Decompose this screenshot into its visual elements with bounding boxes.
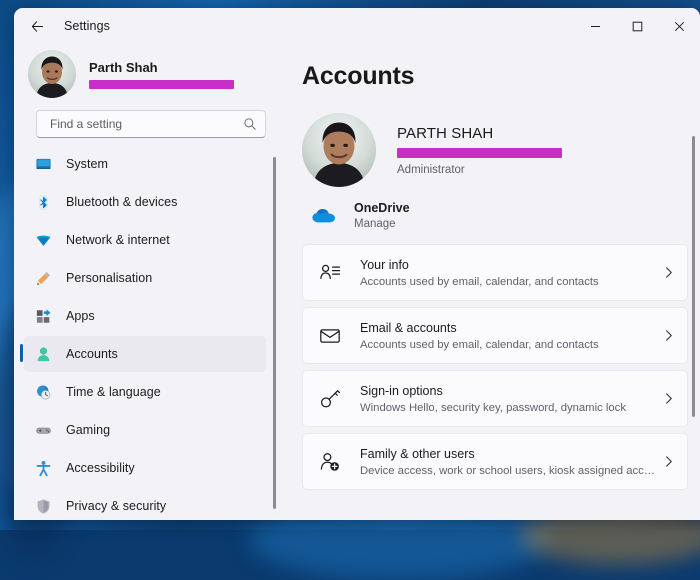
- sidebar-item-accounts[interactable]: Accounts: [24, 336, 266, 372]
- card-text: Your info Accounts used by email, calend…: [360, 258, 659, 288]
- avatar-photo: [302, 113, 376, 187]
- sidebar-item-label: System: [66, 157, 108, 171]
- window-body: Parth Shah: [14, 44, 700, 520]
- scrollbar-thumb[interactable]: [273, 157, 276, 508]
- card-text: Family & other users Device access, work…: [360, 447, 659, 477]
- card-title: Email & accounts: [360, 321, 659, 336]
- card-email-accounts[interactable]: Email & accounts Accounts used by email,…: [302, 307, 688, 364]
- minimize-icon: [590, 21, 601, 32]
- card-your-info[interactable]: Your info Accounts used by email, calend…: [302, 244, 688, 301]
- search-box[interactable]: [36, 110, 266, 138]
- maximize-button[interactable]: [616, 8, 658, 44]
- account-info: PARTH SHAH Administrator: [397, 125, 562, 176]
- envelope-icon: [317, 323, 343, 349]
- onedrive-row[interactable]: OneDrive Manage: [302, 201, 700, 230]
- sidebar-profile[interactable]: Parth Shah: [14, 44, 280, 100]
- sidebar-item-accessibility[interactable]: Accessibility: [24, 450, 266, 486]
- sidebar-profile-name: Parth Shah: [89, 60, 234, 76]
- sidebar-profile-email-redacted: [89, 80, 234, 89]
- app-title: Settings: [64, 19, 110, 33]
- accounts-icon: [34, 345, 52, 363]
- time-language-icon: [34, 383, 52, 401]
- sidebar-item-system[interactable]: System: [24, 146, 266, 182]
- card-subtitle: Accounts used by email, calendar, and co…: [360, 339, 659, 351]
- search-container: [14, 100, 280, 146]
- onedrive-cloud-icon: [310, 202, 338, 230]
- scrollbar-thumb[interactable]: [692, 136, 695, 417]
- sidebar-item-privacy-security[interactable]: Privacy & security: [24, 488, 266, 520]
- gaming-icon: [34, 421, 52, 439]
- card-title: Your info: [360, 258, 659, 273]
- close-icon: [674, 21, 685, 32]
- avatar: [28, 50, 76, 98]
- card-subtitle: Accounts used by email, calendar, and co…: [360, 276, 659, 288]
- minimize-button[interactable]: [574, 8, 616, 44]
- onedrive-title: OneDrive: [354, 201, 410, 216]
- search-icon[interactable]: [243, 117, 257, 131]
- search-input[interactable]: [48, 116, 243, 132]
- main-content: Accounts: [280, 44, 700, 520]
- chevron-right-icon: [659, 392, 677, 405]
- privacy-shield-icon: [34, 497, 52, 515]
- card-subtitle: Windows Hello, security key, password, d…: [360, 402, 659, 414]
- card-subtitle: Device access, work or school users, kio…: [360, 465, 659, 477]
- account-role: Administrator: [397, 164, 562, 176]
- bluetooth-icon: [34, 193, 52, 211]
- card-sign-in-options[interactable]: Sign-in options Windows Hello, security …: [302, 370, 688, 427]
- arrow-left-icon: [30, 19, 45, 34]
- chevron-right-icon: [659, 266, 677, 279]
- main-scrollbar[interactable]: [690, 136, 698, 516]
- account-email-redacted: [397, 148, 562, 158]
- sidebar-scrollbar[interactable]: [270, 150, 280, 516]
- sidebar-nav: System Bluetooth & devices: [14, 146, 280, 520]
- chevron-right-icon: [659, 455, 677, 468]
- sidebar-item-label: Bluetooth & devices: [66, 195, 177, 209]
- sidebar-item-apps[interactable]: Apps: [24, 298, 266, 334]
- sidebar-item-label: Gaming: [66, 423, 110, 437]
- sidebar-item-time-language[interactable]: Time & language: [24, 374, 266, 410]
- sidebar-item-network-internet[interactable]: Network & internet: [24, 222, 266, 258]
- title-bar: Settings: [14, 8, 700, 44]
- key-icon: [317, 386, 343, 412]
- window-controls: [574, 8, 700, 44]
- settings-window: Settings: [14, 8, 700, 520]
- apps-icon: [34, 307, 52, 325]
- chevron-right-icon: [659, 329, 677, 342]
- network-icon: [34, 231, 52, 249]
- account-name: PARTH SHAH: [397, 125, 562, 143]
- account-hero: PARTH SHAH Administrator: [302, 113, 700, 187]
- maximize-icon: [632, 21, 643, 32]
- personalisation-icon: [34, 269, 52, 287]
- sidebar-item-label: Accounts: [66, 347, 118, 361]
- avatar[interactable]: [302, 113, 376, 187]
- sidebar-item-label: Personalisation: [66, 271, 152, 285]
- system-icon: [34, 155, 52, 173]
- sidebar-item-label: Time & language: [66, 385, 161, 399]
- card-family-other-users[interactable]: Family & other users Device access, work…: [302, 433, 688, 490]
- sidebar-item-label: Apps: [66, 309, 95, 323]
- card-title: Family & other users: [360, 447, 659, 462]
- sidebar-profile-text: Parth Shah: [89, 60, 234, 89]
- onedrive-text: OneDrive Manage: [354, 201, 410, 230]
- page-title: Accounts: [302, 62, 700, 91]
- onedrive-manage-link[interactable]: Manage: [354, 218, 410, 230]
- add-user-icon: [317, 449, 343, 475]
- card-text: Sign-in options Windows Hello, security …: [360, 384, 659, 414]
- your-info-icon: [317, 260, 343, 286]
- avatar-photo: [28, 50, 76, 98]
- sidebar-item-gaming[interactable]: Gaming: [24, 412, 266, 448]
- accessibility-icon: [34, 459, 52, 477]
- settings-cards: Your info Accounts used by email, calend…: [302, 244, 700, 490]
- back-button[interactable]: [22, 11, 52, 41]
- sidebar-item-label: Accessibility: [66, 461, 135, 475]
- card-text: Email & accounts Accounts used by email,…: [360, 321, 659, 351]
- sidebar-item-bluetooth-devices[interactable]: Bluetooth & devices: [24, 184, 266, 220]
- sidebar-item-personalisation[interactable]: Personalisation: [24, 260, 266, 296]
- close-button[interactable]: [658, 8, 700, 44]
- sidebar-item-label: Network & internet: [66, 233, 170, 247]
- sidebar: Parth Shah: [14, 44, 280, 520]
- sidebar-item-label: Privacy & security: [66, 499, 166, 513]
- card-title: Sign-in options: [360, 384, 659, 399]
